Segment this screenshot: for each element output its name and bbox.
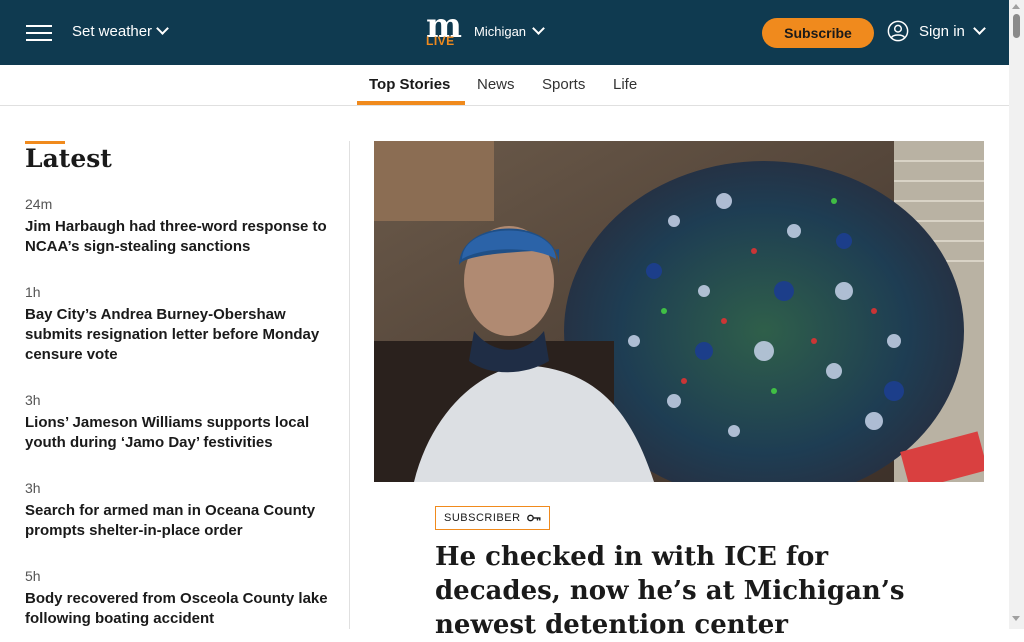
menu-icon[interactable]	[26, 24, 52, 42]
list-item: 3h Search for armed man in Oceana County…	[25, 480, 330, 541]
chevron-down-icon	[973, 21, 986, 35]
item-headline-link[interactable]: Body recovered from Osceola County lake …	[25, 589, 330, 629]
active-tab-indicator	[357, 101, 465, 105]
region-selector[interactable]: Michigan	[474, 22, 545, 39]
subscriber-badge-label: SUBSCRIBER	[444, 512, 521, 524]
scroll-up-arrow-icon[interactable]	[1012, 4, 1020, 9]
set-weather-label: Set weather	[72, 23, 153, 40]
item-headline-link[interactable]: Lions’ Jameson Williams supports local y…	[25, 413, 330, 453]
item-time: 24m	[25, 196, 53, 212]
section-tabs: Top Stories News Sports Life	[0, 65, 1009, 106]
item-headline-link[interactable]: Search for armed man in Oceana County pr…	[25, 501, 330, 541]
list-item: 3h Lions’ Jameson Williams supports loca…	[25, 392, 330, 453]
sign-in-button[interactable]: Sign in	[887, 20, 986, 42]
latest-heading: Latest	[25, 144, 112, 173]
set-weather-button[interactable]: Set weather	[72, 22, 169, 40]
tab-top-stories[interactable]: Top Stories	[369, 76, 450, 93]
item-time: 3h	[25, 392, 41, 408]
scroll-down-arrow-icon[interactable]	[1012, 616, 1020, 621]
sign-in-label: Sign in	[919, 22, 965, 40]
subscribe-button[interactable]: Subscribe	[762, 18, 874, 48]
column-divider	[349, 141, 350, 629]
page-scrollbar[interactable]	[1009, 0, 1024, 629]
list-item: 1h Bay City’s Andrea Burney-Obershaw sub…	[25, 284, 330, 365]
mlive-logo[interactable]: m LIVE	[426, 9, 462, 49]
item-time: 3h	[25, 480, 41, 496]
feature-headline-link[interactable]: He checked in with ICE for decades, now …	[435, 540, 955, 642]
logo-sub: LIVE	[426, 34, 455, 48]
subscriber-badge: SUBSCRIBER	[435, 506, 550, 530]
tab-life[interactable]: Life	[613, 76, 637, 93]
user-icon	[887, 20, 909, 42]
item-headline-link[interactable]: Bay City’s Andrea Burney-Obershaw submit…	[25, 305, 330, 365]
key-icon	[526, 514, 541, 522]
chevron-down-icon	[156, 22, 169, 35]
list-item: 5h Body recovered from Osceola County la…	[25, 568, 330, 629]
scrollbar-thumb[interactable]	[1013, 14, 1020, 38]
item-time: 5h	[25, 568, 41, 584]
list-item: 24m Jim Harbaugh had three-word response…	[25, 196, 330, 257]
top-header: Set weather m LIVE Michigan Subscribe Si…	[0, 0, 1009, 65]
feature-image[interactable]	[374, 141, 984, 482]
item-headline-link[interactable]: Jim Harbaugh had three-word response to …	[25, 217, 330, 257]
tab-news[interactable]: News	[477, 76, 515, 93]
item-time: 1h	[25, 284, 41, 300]
tab-sports[interactable]: Sports	[542, 76, 585, 93]
feature-photo	[374, 141, 984, 482]
chevron-down-icon	[532, 22, 545, 35]
region-label: Michigan	[474, 24, 527, 39]
